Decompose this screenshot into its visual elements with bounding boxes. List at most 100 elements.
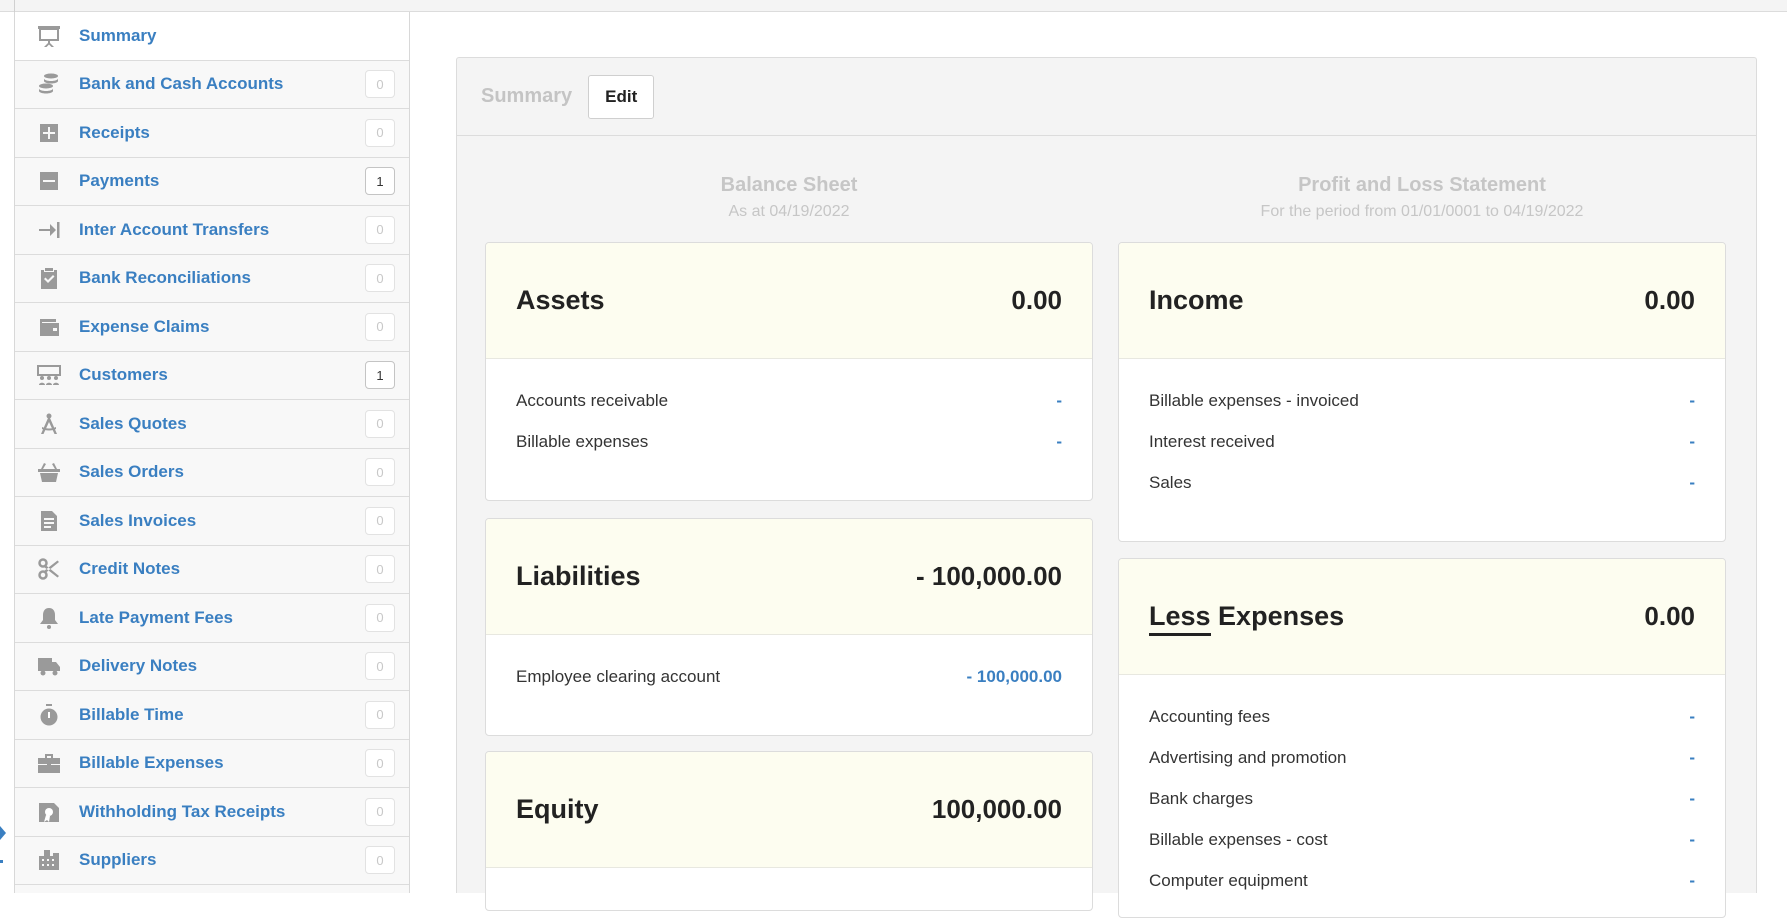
sidebar-item-label: Sales Orders xyxy=(79,462,184,482)
account-name: Accounting fees xyxy=(1149,707,1270,726)
building-icon xyxy=(33,847,65,873)
sidebar-item-label: Suppliers xyxy=(79,850,157,870)
account-name: Accounts receivable xyxy=(516,391,669,410)
account-name: Sales xyxy=(1149,473,1192,492)
assets-card-header: Assets 0.00 xyxy=(486,243,1092,359)
count-badge: 0 xyxy=(365,506,395,535)
account-name: Computer equipment xyxy=(1149,871,1308,890)
account-name: Billable expenses - invoiced xyxy=(1149,391,1359,410)
count-badge: 1 xyxy=(365,361,395,390)
account-value-link[interactable]: - xyxy=(1689,473,1695,514)
sidebar: Summary Bank and Cash Accounts 0 Receipt… xyxy=(14,12,410,893)
equity-card-header: Equity 100,000.00 xyxy=(486,752,1092,868)
sidebar-item-customers[interactable]: Customers 1 xyxy=(15,352,409,400)
count-badge: 0 xyxy=(365,70,395,99)
sidebar-item-label: Inter Account Transfers xyxy=(79,219,270,239)
account-value-link[interactable]: - xyxy=(1689,707,1695,748)
balance-sheet-title: Balance Sheet xyxy=(720,174,858,196)
count-badge: 0 xyxy=(365,312,395,341)
account-value-link[interactable]: - xyxy=(1056,432,1062,473)
count-badge: 1 xyxy=(365,167,395,196)
count-badge: 0 xyxy=(365,264,395,293)
income-total: 0.00 xyxy=(1644,285,1695,315)
basket-icon xyxy=(33,459,65,485)
sidebar-item-label: Credit Notes xyxy=(79,559,181,579)
balance-sheet-heading: Balance Sheet As at 04/19/2022 xyxy=(485,174,1093,221)
sidebar-item-label: Receipts xyxy=(79,122,150,142)
account-row: Billable expenses - xyxy=(516,432,1062,473)
plus-square-icon xyxy=(33,120,65,146)
liabilities-card: Liabilities - 100,000.00 Employee cleari… xyxy=(485,518,1093,736)
sidebar-item-payments[interactable]: Payments 1 xyxy=(15,158,409,206)
balance-sheet-subtitle: As at 04/19/2022 xyxy=(728,203,850,220)
account-row: Billable expenses - cost - xyxy=(1149,830,1695,871)
sidebar-item-late-payment-fees[interactable]: Late Payment Fees 0 xyxy=(15,594,409,643)
account-value-link[interactable]: - xyxy=(1689,748,1695,789)
bell-icon xyxy=(33,605,65,631)
sidebar-item-sales-quotes[interactable]: Sales Quotes 0 xyxy=(15,400,409,449)
assets-card: Assets 0.00 Accounts receivable - Billab… xyxy=(485,242,1093,501)
sidebar-item-credit-notes[interactable]: Credit Notes 0 xyxy=(15,546,409,594)
liabilities-title: Liabilities xyxy=(516,561,641,591)
equity-total: 100,000.00 xyxy=(931,794,1062,824)
account-value-link[interactable]: - xyxy=(1689,871,1695,912)
document-icon xyxy=(33,508,65,534)
sidebar-item-billable-time[interactable]: Billable Time 0 xyxy=(15,691,409,740)
sidebar-item-label: Bank and Cash Accounts xyxy=(79,74,284,94)
account-value-link[interactable]: - xyxy=(1689,391,1695,432)
account-row: Bank charges - xyxy=(1149,789,1695,830)
sidebar-item-bank-and-cash-accounts[interactable]: Bank and Cash Accounts 0 xyxy=(15,61,409,109)
truck-icon xyxy=(33,653,65,679)
account-row: Computer equipment - xyxy=(1149,871,1695,912)
equity-title: Equity xyxy=(516,794,599,824)
sidebar-item-withholding-tax-receipts[interactable]: Withholding Tax Receipts 0 xyxy=(15,788,409,837)
sidebar-collapse-arrow-icon[interactable] xyxy=(0,826,6,840)
page-title: Summary xyxy=(481,85,573,107)
panel-header: Summary Edit xyxy=(457,58,1756,136)
wallet-icon xyxy=(33,314,65,340)
sidebar-item-label: Billable Time xyxy=(79,704,184,724)
sidebar-item-sales-invoices[interactable]: Sales Invoices 0 xyxy=(15,497,409,546)
sidebar-item-inter-account-transfers[interactable]: Inter Account Transfers 0 xyxy=(15,206,409,255)
less-label: Less xyxy=(1149,601,1211,636)
account-value-link[interactable]: - xyxy=(1056,391,1062,432)
count-badge: 0 xyxy=(365,749,395,778)
sidebar-item-bank-reconciliations[interactable]: Bank Reconciliations 0 xyxy=(15,255,409,303)
edit-button[interactable]: Edit xyxy=(588,74,655,119)
account-value-link[interactable]: - xyxy=(1689,432,1695,473)
top-bar xyxy=(0,0,1787,12)
sidebar-item-label: Bank Reconciliations xyxy=(79,268,251,288)
sidebar-item-label: Payments xyxy=(79,171,160,191)
account-value-link[interactable]: - xyxy=(1689,789,1695,830)
sidebar-item-receipts[interactable]: Receipts 0 xyxy=(15,109,409,158)
account-row: Billable expenses - invoiced - xyxy=(1149,391,1695,432)
profit-loss-title: Profit and Loss Statement xyxy=(1298,174,1546,196)
account-row: Interest received - xyxy=(1149,432,1695,473)
sidebar-item-label: Withholding Tax Receipts xyxy=(79,801,286,821)
sidebar-item-suppliers[interactable]: Suppliers 0 xyxy=(15,837,409,885)
presentation-icon xyxy=(33,23,65,49)
sidebar-item-billable-expenses[interactable]: Billable Expenses 0 xyxy=(15,740,409,788)
top-bar-divider xyxy=(14,0,15,12)
sidebar-item-sales-orders[interactable]: Sales Orders 0 xyxy=(15,449,409,497)
sidebar-item-summary[interactable]: Summary xyxy=(15,12,409,61)
certificate-icon xyxy=(33,799,65,825)
income-card-header: Income 0.00 xyxy=(1119,243,1725,359)
account-row: Sales - xyxy=(1149,473,1695,514)
liabilities-total: - 100,000.00 xyxy=(915,561,1062,591)
sidebar-item-label: Late Payment Fees xyxy=(79,607,234,627)
clipboard-check-icon xyxy=(33,265,65,291)
account-row: Accounting fees - xyxy=(1149,707,1695,748)
sidebar-item-delivery-notes[interactable]: Delivery Notes 0 xyxy=(15,643,409,691)
transfer-arrow-icon xyxy=(33,217,65,243)
sidebar-item-label: Sales Quotes xyxy=(79,413,187,433)
account-value-link[interactable]: - xyxy=(1689,830,1695,871)
account-value-link[interactable]: - 100,000.00 xyxy=(967,667,1062,708)
account-name: Billable expenses - cost xyxy=(1149,830,1328,849)
count-badge: 0 xyxy=(365,555,395,584)
sidebar-item-label: Billable Expenses xyxy=(79,753,224,773)
sidebar-item-label: Delivery Notes xyxy=(79,656,198,676)
profit-loss-subtitle: For the period from 01/01/0001 to 04/19/… xyxy=(1260,203,1584,220)
sidebar-item-expense-claims[interactable]: Expense Claims 0 xyxy=(15,303,409,352)
edge-dot xyxy=(0,860,3,863)
